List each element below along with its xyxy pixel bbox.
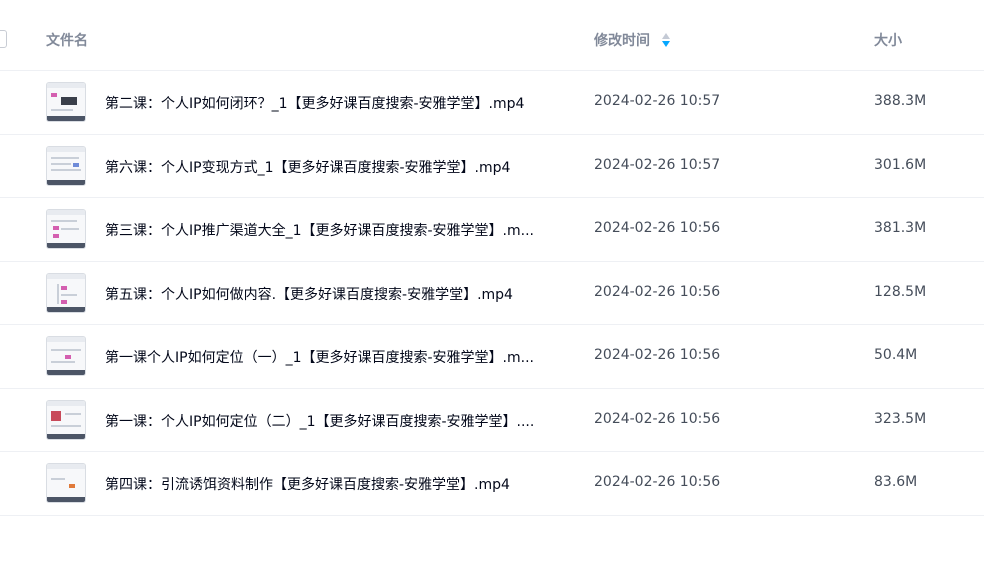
file-size: 50.4M [874, 347, 918, 363]
file-size: 381.3M [874, 220, 927, 236]
sort-descending-icon[interactable] [662, 32, 671, 48]
file-row[interactable]: 第四课：引流诱饵资料制作【更多好课百度搜索-安雅学堂】.mp4 2024-02-… [0, 452, 984, 516]
column-header-size[interactable]: 大小 [874, 30, 902, 50]
file-name[interactable]: 第二课：个人IP如何闭环？_1【更多好课百度搜索-安雅学堂】.mp4 [105, 93, 565, 113]
video-thumbnail-icon[interactable] [46, 272, 86, 313]
file-size: 323.5M [874, 410, 927, 427]
video-thumbnail-icon[interactable] [46, 209, 86, 249]
file-row[interactable]: 第一课：个人IP如何定位（二）_1【更多好课百度搜索-安雅学堂】.... 202… [0, 389, 984, 452]
video-thumbnail-icon[interactable] [46, 82, 86, 122]
column-header-modified-label: 修改时间 [594, 33, 650, 49]
file-modified-time: 2024-02-26 10:57 [594, 93, 721, 109]
column-header-size-label: 大小 [874, 33, 902, 49]
file-name[interactable]: 第六课：个人IP变现方式_1【更多好课百度搜索-安雅学堂】.mp4 [105, 157, 565, 177]
file-row[interactable]: 第一课个人IP如何定位（一）_1【更多好课百度搜索-安雅学堂】.m... 202… [0, 325, 984, 389]
file-modified-time: 2024-02-26 10:56 [594, 283, 721, 300]
video-thumbnail-icon[interactable] [46, 399, 86, 440]
file-list-header: 文件名 修改时间 大小 [0, 0, 984, 71]
column-header-name-label: 文件名 [46, 33, 88, 49]
file-row[interactable]: 第五课：个人IP如何做内容.【更多好课百度搜索-安雅学堂】.mp4 2024-0… [0, 262, 984, 325]
column-header-name[interactable]: 文件名 [46, 30, 88, 50]
file-modified-time: 2024-02-26 10:57 [594, 156, 721, 173]
video-thumbnail-icon[interactable] [46, 336, 86, 376]
file-row[interactable]: 第二课：个人IP如何闭环？_1【更多好课百度搜索-安雅学堂】.mp4 2024-… [0, 71, 984, 135]
video-thumbnail-icon[interactable] [46, 145, 86, 186]
file-list-page: 文件名 修改时间 大小 第二课：个人IP如何闭环？_1【更多好课百度搜索-安雅学… [0, 0, 984, 561]
file-modified-time: 2024-02-26 10:56 [594, 220, 721, 236]
file-name[interactable]: 第四课：引流诱饵资料制作【更多好课百度搜索-安雅学堂】.mp4 [105, 474, 565, 494]
file-name[interactable]: 第五课：个人IP如何做内容.【更多好课百度搜索-安雅学堂】.mp4 [105, 284, 565, 304]
file-size: 128.5M [874, 283, 927, 300]
file-rows: 第二课：个人IP如何闭环？_1【更多好课百度搜索-安雅学堂】.mp4 2024-… [0, 71, 984, 516]
file-name[interactable]: 第一课个人IP如何定位（一）_1【更多好课百度搜索-安雅学堂】.m... [105, 347, 565, 367]
video-thumbnail-icon[interactable] [46, 463, 86, 503]
file-size: 301.6M [874, 156, 927, 173]
column-header-modified[interactable]: 修改时间 [594, 30, 671, 50]
file-size: 83.6M [874, 474, 918, 490]
file-size: 388.3M [874, 93, 927, 109]
file-name[interactable]: 第一课：个人IP如何定位（二）_1【更多好课百度搜索-安雅学堂】.... [105, 411, 565, 431]
file-name[interactable]: 第三课：个人IP推广渠道大全_1【更多好课百度搜索-安雅学堂】.m... [105, 220, 565, 240]
file-row[interactable]: 第三课：个人IP推广渠道大全_1【更多好课百度搜索-安雅学堂】.m... 202… [0, 198, 984, 262]
file-modified-time: 2024-02-26 10:56 [594, 410, 721, 427]
file-row[interactable]: 第六课：个人IP变现方式_1【更多好课百度搜索-安雅学堂】.mp4 2024-0… [0, 135, 984, 198]
file-modified-time: 2024-02-26 10:56 [594, 474, 721, 490]
file-modified-time: 2024-02-26 10:56 [594, 347, 721, 363]
